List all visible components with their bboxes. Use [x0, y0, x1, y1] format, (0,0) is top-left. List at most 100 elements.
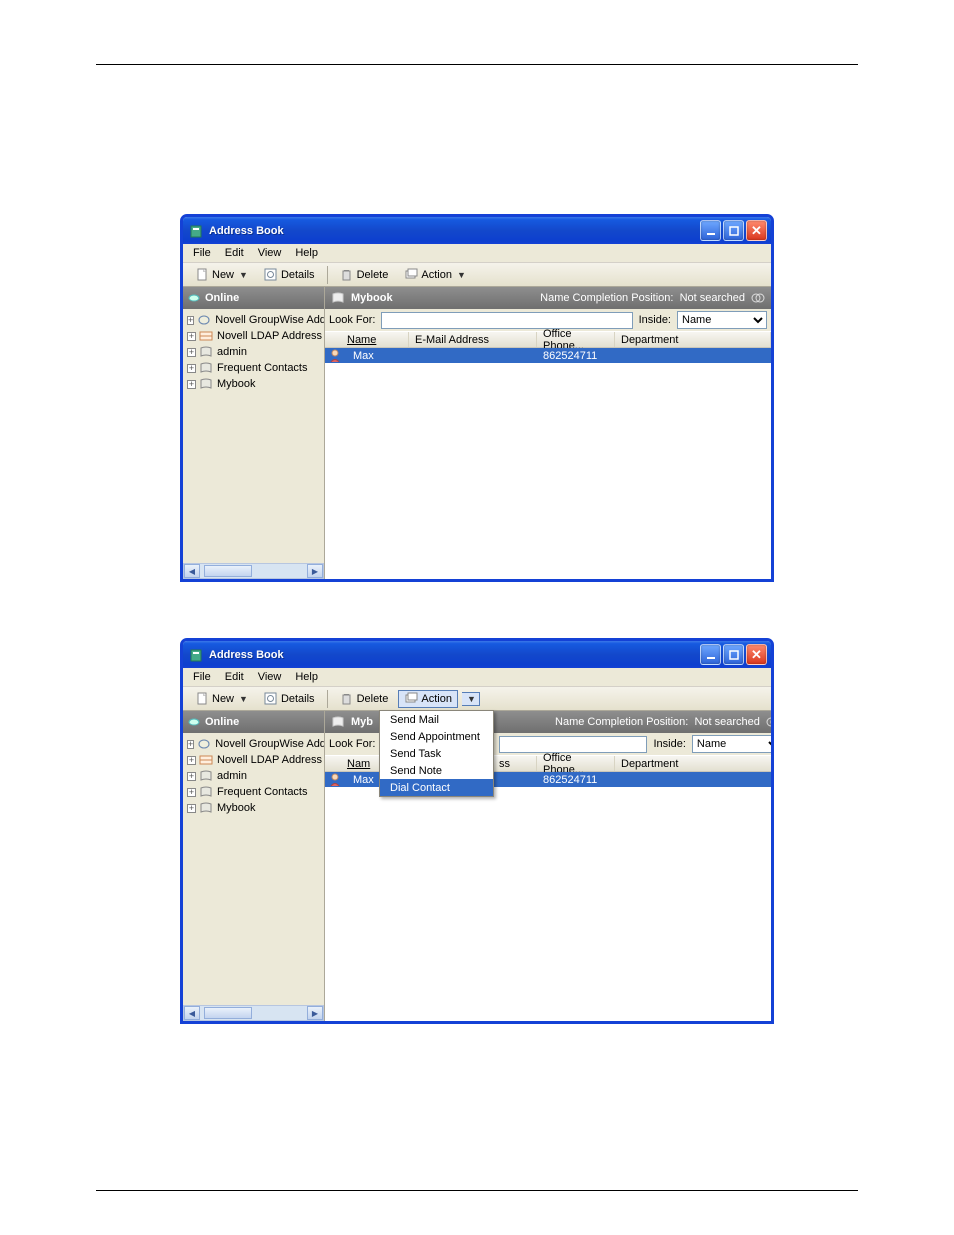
- address-book-tree[interactable]: +Novell GroupWise Address Book +Novell L…: [183, 733, 324, 1005]
- expand-icon[interactable]: +: [187, 788, 196, 797]
- toolbar-action-label: Action: [421, 693, 452, 705]
- close-button[interactable]: ✕: [746, 644, 767, 665]
- minimize-button[interactable]: [700, 220, 721, 241]
- tree-hscrollbar[interactable]: ◀ ▶: [183, 1005, 324, 1021]
- scroll-right-button[interactable]: ▶: [307, 1006, 323, 1020]
- tree-hscrollbar[interactable]: ◀ ▶: [183, 563, 324, 579]
- scroll-right-button[interactable]: ▶: [307, 564, 323, 578]
- action-menu-send-note[interactable]: Send Note: [380, 762, 493, 779]
- column-email[interactable]: E-Mail Address: [409, 332, 537, 347]
- menu-help[interactable]: Help: [289, 246, 324, 260]
- tree-item-label: Frequent Contacts: [217, 362, 308, 374]
- window-buttons: ✕: [700, 644, 767, 665]
- column-phone[interactable]: Office Phone...: [537, 332, 615, 347]
- contacts-list[interactable]: Max 862524711: [325, 772, 774, 1021]
- scroll-left-button[interactable]: ◀: [184, 564, 200, 578]
- book-open-icon: [331, 292, 347, 304]
- expand-icon[interactable]: +: [187, 332, 196, 341]
- toolbar-action-button[interactable]: Action: [398, 690, 458, 708]
- chevron-down-icon: ▼: [457, 270, 466, 280]
- expand-icon[interactable]: +: [187, 380, 196, 389]
- expand-icon[interactable]: +: [187, 348, 196, 357]
- action-menu-send-appointment[interactable]: Send Appointment: [380, 728, 493, 745]
- book-icon: [199, 786, 214, 798]
- action-menu-send-task[interactable]: Send Task: [380, 745, 493, 762]
- column-name[interactable]: Name: [325, 332, 409, 347]
- tree-item[interactable]: + Frequent Contacts: [185, 360, 324, 376]
- inside-select[interactable]: Name: [677, 311, 767, 329]
- address-book-tree[interactable]: + Novell GroupWise Address Book +Novell L…: [183, 309, 324, 563]
- scroll-left-button[interactable]: ◀: [184, 1006, 200, 1020]
- toolbar-delete-button[interactable]: Delete: [334, 266, 395, 284]
- toolbar-new-button[interactable]: New ▼: [189, 266, 254, 284]
- menu-view[interactable]: View: [252, 670, 288, 684]
- tree-item[interactable]: +Novell LDAP Address: [185, 752, 324, 768]
- delete-icon: [340, 692, 354, 706]
- expand-icon[interactable]: +: [187, 364, 196, 373]
- action-menu-dial-contact[interactable]: Dial Contact: [380, 779, 493, 796]
- book-open-icon: [331, 716, 347, 728]
- tree-item[interactable]: +Novell LDAP Address: [185, 328, 324, 344]
- chevron-down-icon: ▼: [467, 694, 476, 704]
- right-pane-header: Mybook Name Completion Position: Not sea…: [325, 287, 771, 309]
- details-icon: [264, 692, 278, 706]
- menu-view[interactable]: View: [252, 246, 288, 260]
- scroll-thumb[interactable]: [204, 1007, 252, 1019]
- titlebar[interactable]: Address Book ✕: [183, 641, 771, 668]
- page-bottom-rule: [96, 1190, 858, 1191]
- toolbar-action-dropdown-button[interactable]: ▼: [462, 692, 480, 706]
- tree-item[interactable]: + Novell GroupWise Address Book: [185, 312, 324, 328]
- right-pane-title-wrap: Myb: [331, 716, 373, 728]
- tree-item[interactable]: +Mybook: [185, 800, 324, 816]
- action-menu-send-mail[interactable]: Send Mail: [380, 711, 493, 728]
- maximize-button[interactable]: [723, 220, 744, 241]
- toolbar-delete-label: Delete: [357, 693, 389, 705]
- inside-select[interactable]: Name: [692, 735, 774, 753]
- left-pane: Online +Novell GroupWise Address Book +N…: [183, 287, 325, 579]
- book-icon: [199, 378, 214, 390]
- column-department[interactable]: Department: [615, 756, 774, 771]
- menu-file[interactable]: File: [187, 246, 217, 260]
- tree-item[interactable]: +admin: [185, 768, 324, 784]
- book-icon: [197, 738, 212, 750]
- column-department[interactable]: Department: [615, 332, 771, 347]
- tree-item[interactable]: +Novell GroupWise Address Book: [185, 736, 324, 752]
- contact-row[interactable]: Max 862524711: [325, 348, 771, 363]
- titlebar[interactable]: Address Book ✕: [183, 217, 771, 244]
- close-button[interactable]: ✕: [746, 220, 767, 241]
- tree-item[interactable]: +Frequent Contacts: [185, 784, 324, 800]
- toolbar-separator: [327, 690, 328, 708]
- menu-file[interactable]: File: [187, 670, 217, 684]
- tree-item-label: Novell GroupWise Address Book: [215, 314, 324, 326]
- tree-item[interactable]: +Mybook: [185, 376, 324, 392]
- lookfor-input[interactable]: [499, 736, 647, 753]
- contacts-list[interactable]: Max 862524711: [325, 348, 771, 579]
- action-dropdown-menu: Send Mail Send Appointment Send Task Sen…: [379, 710, 494, 797]
- scroll-thumb[interactable]: [204, 565, 252, 577]
- toolbar-details-button[interactable]: Details: [258, 690, 321, 708]
- toolbar-delete-button[interactable]: Delete: [334, 690, 395, 708]
- menu-help[interactable]: Help: [289, 670, 324, 684]
- column-phone[interactable]: Office Phone...: [537, 756, 615, 771]
- toolbar-details-button[interactable]: Details: [258, 266, 321, 284]
- expand-icon[interactable]: +: [187, 740, 194, 749]
- expand-icon[interactable]: +: [187, 316, 194, 325]
- status-icon[interactable]: [751, 292, 765, 304]
- toolbar: New ▼ Details Delete Action ▼: [183, 263, 771, 287]
- left-pane: Online +Novell GroupWise Address Book +N…: [183, 711, 325, 1021]
- minimize-button[interactable]: [700, 644, 721, 665]
- delete-icon: [340, 268, 354, 282]
- lookfor-input[interactable]: [381, 312, 632, 329]
- expand-icon[interactable]: +: [187, 772, 196, 781]
- toolbar-new-button[interactable]: New ▼: [189, 690, 254, 708]
- expand-icon[interactable]: +: [187, 756, 196, 765]
- expand-icon[interactable]: +: [187, 804, 196, 813]
- window-title: Address Book: [209, 225, 700, 237]
- status-icon[interactable]: [766, 716, 774, 728]
- tree-item[interactable]: +admin: [185, 344, 324, 360]
- menu-edit[interactable]: Edit: [219, 670, 250, 684]
- maximize-button[interactable]: [723, 644, 744, 665]
- right-pane-title: Mybook: [351, 292, 393, 304]
- toolbar-action-button[interactable]: Action ▼: [398, 266, 472, 284]
- menu-edit[interactable]: Edit: [219, 246, 250, 260]
